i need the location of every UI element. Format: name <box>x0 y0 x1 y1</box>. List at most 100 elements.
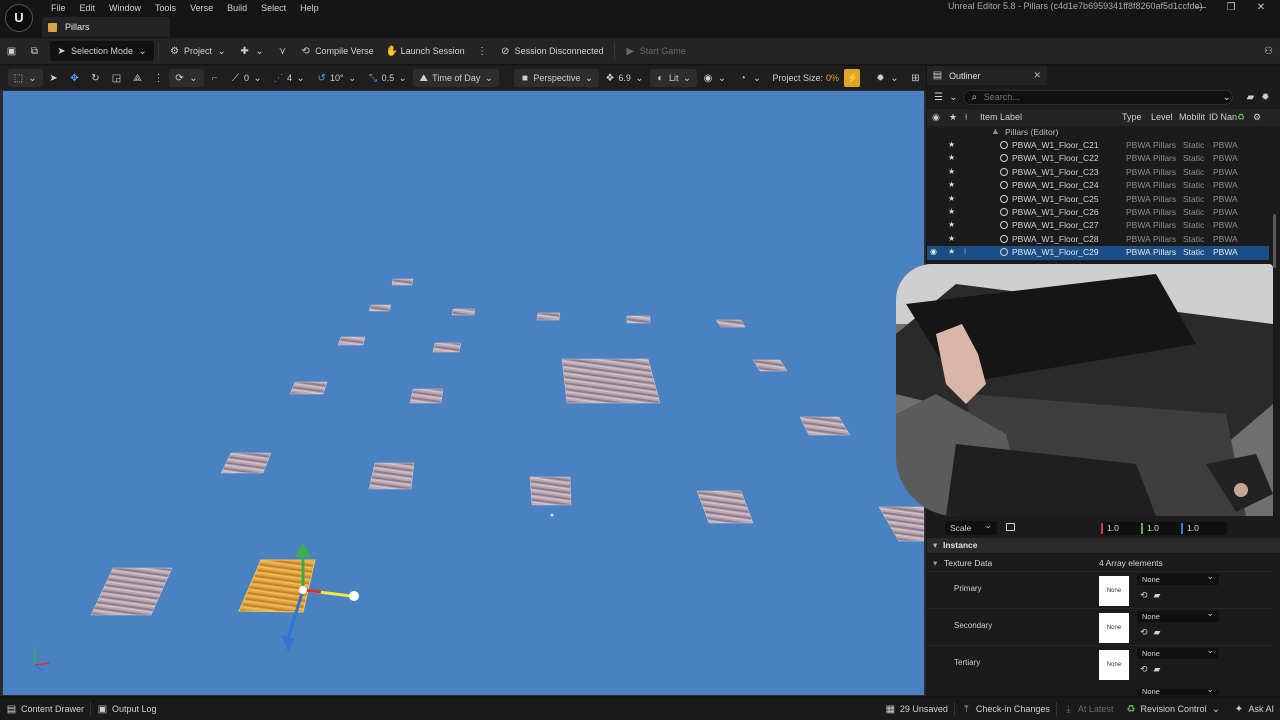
session-options-button[interactable]: ⋮ <box>471 41 494 61</box>
use-selected-icon[interactable]: ⟲ <box>1140 627 1148 638</box>
favorite-star-icon[interactable]: ★ <box>948 180 955 189</box>
floor-tile[interactable] <box>337 336 366 346</box>
pin-icon[interactable]: ⍿ <box>964 247 966 257</box>
content-browser-button[interactable]: ⧉ <box>23 41 46 61</box>
viewport-layout-button[interactable]: ⊞ <box>905 69 926 87</box>
viewport-options-button[interactable]: ⬚ ⌄ <box>8 69 43 87</box>
floor-tile[interactable] <box>799 416 851 436</box>
view-mode-dropdown[interactable]: ◐ Lit ⌄ <box>649 69 698 87</box>
revision-control-dropdown[interactable]: ♻ Revision Control ⌄ <box>1119 704 1227 715</box>
floor-tile[interactable] <box>626 315 651 324</box>
browse-folder-icon[interactable]: ▰ <box>1154 664 1161 675</box>
document-tab-pillars[interactable]: Pillars <box>42 17 170 37</box>
menu-window[interactable]: Window <box>102 2 148 14</box>
select-tool[interactable]: ➤ <box>43 69 64 87</box>
performance-dropdown[interactable]: ◔ ⌄ <box>732 69 767 87</box>
menu-verse[interactable]: Verse <box>183 2 220 14</box>
new-folder-icon[interactable]: ▰ <box>1245 92 1256 103</box>
rotate-tool[interactable]: ↻ <box>85 69 106 87</box>
column-level[interactable]: Level <box>1151 112 1173 122</box>
menu-select[interactable]: Select <box>254 2 293 14</box>
floor-tile[interactable] <box>715 319 746 328</box>
close-icon[interactable]: ✕ <box>1246 2 1276 14</box>
floor-tile[interactable] <box>451 308 476 316</box>
filter-icon[interactable]: ☰ <box>933 92 944 103</box>
output-log-button[interactable]: ▣ Output Log <box>91 704 163 715</box>
outliner-row[interactable]: ★ PBWA_W1_Floor_C24 PBWA Pillars Static PBWA <box>927 179 1269 192</box>
outliner-search-input[interactable] <box>983 92 1218 102</box>
floor-tile[interactable] <box>391 278 414 286</box>
chevron-down-icon[interactable]: ⌄ <box>1221 92 1232 103</box>
coordinate-space-dropdown[interactable]: ⟳ ⌄ <box>169 69 204 87</box>
floor-tile[interactable] <box>878 506 924 542</box>
collaborators-button[interactable]: ⚇ <box>1257 41 1280 61</box>
unreal-logo[interactable]: U <box>5 4 33 32</box>
level-viewport[interactable]: ⬚ ⌄ ➤ ✥ ↻ ◲ ⟁ ⋮ ⟳ ⌄ ⌐ ⟋ 0 ⌄ ⋰ 4 ⌄ ↺ 10° ⌄ ⤡ 0.5 ⌄ … <box>0 66 926 696</box>
verse-button[interactable]: ⋎ <box>271 41 294 61</box>
grid-snap-toggle[interactable]: ⌐ <box>204 69 225 87</box>
favorite-star-icon[interactable]: ★ <box>948 220 955 229</box>
menu-tools[interactable]: Tools <box>148 2 183 14</box>
viewport-canvas[interactable] <box>3 91 924 695</box>
outliner-search-box[interactable]: ⌕ ⌄ <box>963 89 1233 105</box>
column-id-name[interactable]: ID Nan <box>1209 112 1237 122</box>
outliner-row[interactable]: ★ PBWA_W1_Floor_C25 PBWA Pillars Static PBWA <box>927 193 1269 206</box>
scale-snap-value[interactable]: ⤡ 0.5 ⌄ <box>363 69 414 87</box>
column-settings-icon[interactable]: ⚙ <box>1253 112 1261 123</box>
floor-tile[interactable] <box>368 462 415 490</box>
chevron-down-icon[interactable]: ⌄ <box>948 92 959 103</box>
outliner-row[interactable]: ★ PBWA_W1_Floor_C27 PBWA Pillars Static PBWA <box>927 219 1269 232</box>
use-selected-icon[interactable]: ⟲ <box>1140 664 1148 675</box>
outliner-scrollbar[interactable] <box>1273 214 1276 268</box>
floor-tile[interactable] <box>432 342 462 353</box>
texture-thumbnail[interactable]: None <box>1099 650 1129 680</box>
perspective-dropdown[interactable]: ■ Perspective ⌄ <box>514 69 600 87</box>
outliner-row[interactable]: ★ PBWA_W1_Floor_C21 PBWA Pillars Static PBWA <box>927 139 1269 152</box>
floor-tile[interactable] <box>90 567 173 616</box>
source-control-column-icon[interactable]: ♻ <box>1237 112 1245 123</box>
lock-icon[interactable] <box>1006 523 1015 531</box>
pin-column-icon[interactable]: ⍿ <box>965 112 967 123</box>
floor-tile[interactable] <box>752 359 788 372</box>
camera-speed-dropdown[interactable]: ❖ 6.9 ⌄ <box>599 69 650 87</box>
project-size-indicator[interactable]: Project Size: 0% <box>767 69 844 87</box>
texture-asset-dropdown[interactable]: None <box>1137 571 1219 585</box>
favorite-star-icon[interactable]: ★ <box>948 207 955 216</box>
visibility-eye-icon[interactable]: ◉ <box>930 247 937 256</box>
outliner-row[interactable]: ★ PBWA_W1_Floor_C26 PBWA Pillars Static PBWA <box>927 206 1269 219</box>
floor-tile[interactable] <box>220 452 272 474</box>
menu-help[interactable]: Help <box>293 2 326 14</box>
floor-tile[interactable] <box>289 381 328 395</box>
favorite-star-icon[interactable]: ★ <box>948 167 955 176</box>
outliner-row[interactable]: ★ PBWA_W1_Floor_C28 PBWA Pillars Static PBWA <box>927 233 1269 246</box>
outliner-row[interactable]: ★ PBWA_W1_Floor_C22 PBWA Pillars Static PBWA <box>927 152 1269 165</box>
column-type[interactable]: Type <box>1122 112 1142 122</box>
use-selected-icon[interactable]: ⟲ <box>1140 590 1148 601</box>
visibility-column-icon[interactable]: ◉ <box>932 112 940 123</box>
scale-tool[interactable]: ◲ <box>106 69 127 87</box>
compile-verse-button[interactable]: ⟲ Compile Verse <box>294 41 380 61</box>
show-flags-dropdown[interactable]: ◉ ⌄ <box>697 69 732 87</box>
surface-snap-tool[interactable]: ⟁ <box>127 69 148 87</box>
browse-folder-icon[interactable]: ▰ <box>1154 590 1161 601</box>
move-tool[interactable]: ✥ <box>64 69 85 87</box>
start-game-button[interactable]: ▶ Start Game <box>619 41 692 61</box>
floor-tile[interactable] <box>696 490 754 524</box>
instance-section-header[interactable]: Instance <box>927 538 1280 553</box>
viewport-settings-dropdown[interactable]: ✹ ⌄ <box>870 69 905 87</box>
check-in-changes-button[interactable]: ⤒ Check-in Changes <box>955 704 1056 715</box>
add-content-dropdown[interactable]: ✚ ⌄ <box>233 41 271 61</box>
lightning-snap-button[interactable]: ⚡ <box>844 69 860 87</box>
column-item-label[interactable]: Item Label <box>980 112 1022 122</box>
texture-asset-dropdown[interactable]: None <box>1137 645 1219 659</box>
floor-tile[interactable] <box>409 388 444 404</box>
outliner-tab[interactable]: ▤ Outliner ✕ <box>927 66 1047 85</box>
favorite-star-icon[interactable]: ★ <box>948 247 955 256</box>
texture-thumbnail[interactable]: None <box>1099 613 1129 643</box>
launch-session-button[interactable]: ✋ Launch Session <box>380 41 471 61</box>
favorite-star-icon[interactable]: ★ <box>948 234 955 243</box>
floor-tile[interactable] <box>529 476 572 506</box>
minimize-icon[interactable]: — <box>1186 2 1216 14</box>
browse-folder-icon[interactable]: ▰ <box>1154 627 1161 638</box>
close-icon[interactable]: ✕ <box>1033 70 1041 81</box>
